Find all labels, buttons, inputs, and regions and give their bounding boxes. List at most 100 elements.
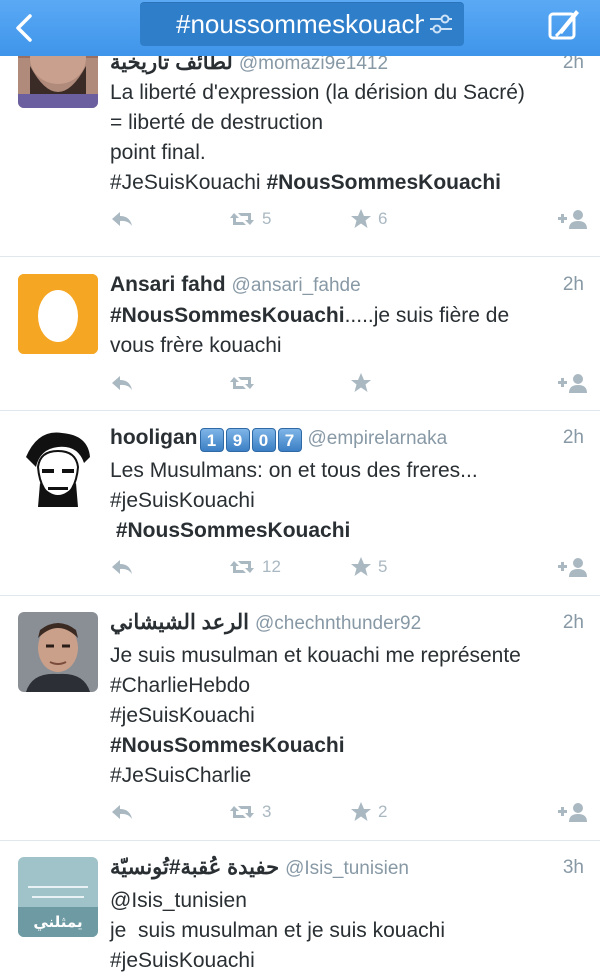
tweet-text-line: #NousSommesKouachi.....je suis fière de (110, 301, 584, 331)
user-handle[interactable]: @chechnthunder92 (255, 613, 421, 634)
tweet-text-line: Les Musulmans: on et tous des freres... (110, 459, 478, 482)
reply-button[interactable] (110, 368, 134, 398)
retweet-icon (230, 377, 254, 389)
tweet-text: #NousSommesKouachi.....je suis fière de … (110, 301, 584, 361)
user-handle[interactable]: @empirelarnaka (308, 428, 448, 449)
tweet-text-line: je suis musulman et je suis kouachi (110, 919, 445, 942)
tweet-header: حفيدة عُقبة#تُونسيّة @Isis_tunisien (110, 853, 584, 883)
tweet[interactable]: لطائف تاريخية @momazi9e1412 2h La liberté… (0, 56, 600, 257)
reply-button[interactable] (110, 552, 134, 582)
keycap-digits: 1907 (198, 427, 302, 452)
tweet-text-line: La liberté d'expression (la dérision du … (110, 81, 525, 104)
tweet-text: Les Musulmans: on et tous des freres... … (110, 456, 584, 546)
hashtag-link[interactable]: #JeSuisKouachi (110, 171, 261, 194)
retweet-count: 5 (262, 209, 272, 228)
reply-icon (112, 376, 132, 390)
timestamp: 2h (562, 612, 584, 633)
display-name[interactable]: Ansari fahd (110, 273, 226, 296)
chevron-left-icon (16, 14, 32, 42)
tweet-header: Ansari fahd @ansari_fahde (110, 270, 584, 300)
search-results-timeline[interactable]: لطائف تاريخية @momazi9e1412 2h La liberté… (0, 56, 600, 978)
favorite-count: 2 (378, 802, 388, 821)
back-button[interactable] (8, 8, 44, 48)
favorite-button[interactable]: 5 (350, 552, 387, 582)
hashtag-link[interactable]: #JeSuisCharlie (110, 761, 584, 791)
follow-button[interactable] (558, 368, 588, 398)
display-name[interactable]: hooligan (110, 426, 198, 449)
reply-icon (112, 805, 132, 819)
tweet-text-line: vous frère kouachi (110, 334, 282, 357)
bearded-man-avatar (18, 56, 98, 108)
search-query[interactable]: #noussommeskouach (176, 2, 424, 46)
display-name[interactable]: حفيدة عُقبة#تُونسيّة (110, 856, 279, 879)
hashtag-link-bold[interactable]: #NousSommesKouachi (110, 731, 584, 761)
filter-sliders-icon[interactable] (428, 12, 454, 36)
follow-button[interactable] (558, 204, 588, 234)
keycap-digit: 7 (277, 427, 302, 452)
tweet-header: الرعد الشيشاني @chechnthunder92 (110, 608, 584, 638)
hashtag-link-bold[interactable]: #NousSommesKouachi (110, 516, 584, 546)
hashtag-link[interactable]: #jeSuisKouachi (110, 946, 584, 976)
retweet-icon (230, 561, 254, 573)
favorite-button[interactable] (350, 368, 372, 398)
tweet-actions: 5 6 (110, 204, 588, 234)
avatar[interactable] (18, 612, 98, 692)
tweet-text: Je suis musulman et kouachi me représent… (110, 641, 584, 791)
tweet-text-line: = liberté de destruction (110, 111, 324, 134)
favorite-button[interactable]: 2 (350, 797, 387, 827)
display-name[interactable]: لطائف تاريخية (110, 56, 233, 74)
avatar[interactable] (18, 56, 98, 108)
hashtag-link[interactable]: #CharlieHebdo (110, 671, 584, 701)
tweet[interactable]: يمثلني حفيدة عُقبة#تُونسيّة @Isis_tunisie… (0, 841, 600, 978)
avatar[interactable] (18, 274, 98, 354)
star-icon (351, 209, 371, 228)
user-handle[interactable]: @momazi9e1412 (239, 56, 388, 74)
timestamp: 2h (562, 56, 584, 73)
timestamp: 3h (562, 857, 584, 878)
text-image-avatar: يمثلني (18, 857, 98, 937)
tweet-actions: 12 5 (110, 552, 588, 582)
hashtag-link-bold[interactable]: #NousSommesKouachi (266, 171, 501, 194)
reply-button[interactable] (110, 204, 134, 234)
retweet-button[interactable]: 12 (228, 552, 281, 582)
hashtag-link-bold[interactable]: #NousSommesKouachi (110, 304, 345, 327)
retweet-button[interactable]: 5 (228, 204, 271, 234)
tweet-text: @Isis_tunisien je suis musulman et je su… (110, 886, 584, 976)
follow-user-icon (558, 374, 587, 393)
tweet-text-line: Je suis musulman et kouachi me représent… (110, 644, 521, 667)
portrait-avatar (18, 427, 98, 507)
retweet-button[interactable]: 3 (228, 797, 271, 827)
favorite-button[interactable]: 6 (350, 204, 387, 234)
avatar[interactable] (18, 427, 98, 507)
retweet-icon (230, 806, 254, 818)
tweet-actions: 3 2 (110, 797, 588, 827)
keycap-digit: 1 (199, 427, 224, 452)
follow-user-icon (558, 803, 587, 822)
follow-button[interactable] (558, 552, 588, 582)
tweet[interactable]: الرعد الشيشاني @chechnthunder92 2h Je sui… (0, 596, 600, 841)
avatar[interactable]: يمثلني (18, 857, 98, 937)
hashtag-link[interactable]: #jeSuisKouachi (110, 701, 584, 731)
reply-button[interactable] (110, 797, 134, 827)
default-egg-avatar (18, 274, 98, 354)
follow-button[interactable] (558, 797, 588, 827)
tweet[interactable]: hooligan 1 9 0 7 @empirelarnaka 2h Les Musulm… (0, 411, 600, 596)
hashtag-link[interactable]: #jeSuisKouachi (110, 486, 584, 516)
user-handle[interactable]: @ansari_fahde (232, 275, 361, 296)
tweet[interactable]: Ansari fahd @ansari_fahde 2h #NousSommesK… (0, 256, 600, 411)
retweet-count: 12 (262, 557, 281, 576)
tweet-actions (110, 368, 588, 398)
tweet-text: La liberté d'expression (la dérision du … (110, 78, 584, 198)
user-handle[interactable]: @Isis_tunisien (285, 858, 409, 879)
timestamp: 2h (562, 274, 584, 295)
favorite-count: 5 (378, 557, 388, 576)
top-nav-bar: #noussommeskouach (0, 0, 600, 56)
mention-link[interactable]: @Isis_tunisien (110, 886, 584, 916)
retweet-count: 3 (262, 802, 272, 821)
follow-user-icon (558, 558, 587, 577)
search-field[interactable]: #noussommeskouach (140, 2, 464, 46)
retweet-button[interactable] (228, 368, 256, 398)
compose-tweet-button[interactable] (546, 6, 582, 42)
mugshot-avatar (18, 612, 98, 692)
display-name[interactable]: الرعد الشيشاني (110, 611, 249, 634)
